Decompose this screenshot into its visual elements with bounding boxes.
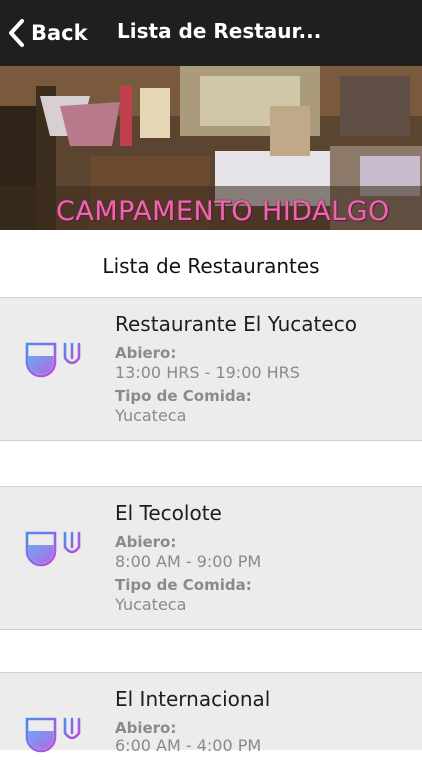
back-button[interactable]: Back (8, 17, 88, 49)
type-value: Yucateca (115, 406, 187, 425)
restaurant-name: Restaurante El Yucateco (115, 312, 357, 336)
banner-title: CAMPAMENTO HIDALGO (56, 196, 390, 227)
type-value: Yucateca (115, 595, 187, 614)
restaurant-name: El Internacional (115, 687, 271, 711)
restaurant-name: El Tecolote (115, 501, 222, 525)
section-title: Lista de Restaurantes (102, 254, 320, 278)
hours-value: 8:00 AM - 9:00 PM (115, 552, 262, 571)
hours-label: Abiero: (115, 719, 177, 737)
chevron-left-icon (9, 19, 24, 47)
hours-value: 6:00 AM - 4:00 PM (115, 736, 262, 755)
hours-label: Abiero: (115, 533, 177, 551)
restaurant-card[interactable]: El Internacional Abiero: 6:00 AM - 4:00 … (0, 672, 422, 772)
back-label: Back (31, 21, 88, 45)
hours-label: Abiero: (115, 344, 177, 362)
type-label: Tipo de Comida: (115, 576, 252, 594)
wine-glass-fork-icon (25, 531, 81, 586)
wine-glass-fork-icon (25, 717, 81, 772)
page-title: Lista de Restaur... (117, 19, 322, 43)
restaurant-card[interactable]: Restaurante El Yucateco Abiero: 13:00 HR… (0, 297, 422, 441)
hours-value: 13:00 HRS - 19:00 HRS (115, 363, 300, 382)
top-nav-bar: Back Lista de Restaur... (0, 0, 422, 66)
type-label: Tipo de Comida: (115, 387, 252, 405)
banner-image: CAMPAMENTO HIDALGO (0, 66, 422, 230)
wine-glass-fork-icon (25, 342, 81, 397)
restaurant-card[interactable]: El Tecolote Abiero: 8:00 AM - 9:00 PM Ti… (0, 486, 422, 630)
